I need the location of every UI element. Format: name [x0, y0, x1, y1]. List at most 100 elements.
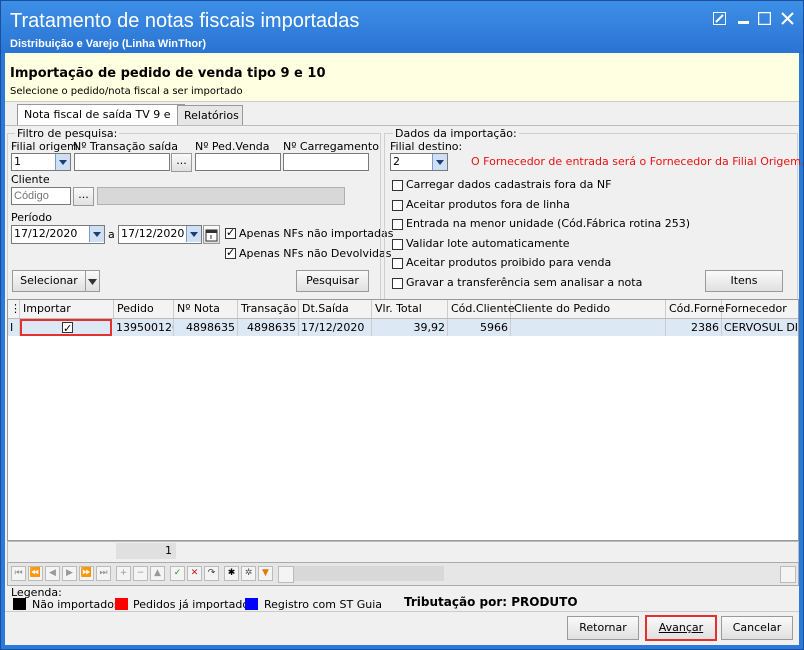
- carregamento-input[interactable]: [283, 153, 369, 171]
- filter-group-label: Filtro de pesquisa:: [15, 127, 120, 140]
- periodo-label: Período: [11, 211, 53, 224]
- date-from-input[interactable]: 17/12/2020: [11, 225, 105, 244]
- cliente-lookup-button[interactable]: ...: [73, 187, 94, 206]
- selecionar-button[interactable]: Selecionar: [12, 270, 86, 292]
- close-icon[interactable]: [780, 12, 794, 25]
- cliente-code-input[interactable]: [11, 187, 71, 205]
- col-fornecedor[interactable]: Fornecedor: [722, 300, 798, 318]
- retornar-button[interactable]: Retornar: [567, 616, 639, 640]
- restore-icon[interactable]: [712, 12, 726, 25]
- import-option-checkbox[interactable]: [392, 180, 403, 191]
- avancar-button[interactable]: Avançar: [645, 615, 717, 641]
- chevron-down-icon[interactable]: [55, 154, 70, 170]
- selecionar-dropdown-button[interactable]: [85, 270, 100, 292]
- tributacao-label: Tributação por: PRODUTO: [404, 595, 578, 609]
- client-area: Importação de pedido de venda tipo 9 e 1…: [5, 53, 804, 645]
- horizontal-scrollbar[interactable]: [294, 566, 444, 581]
- nao-devolvidas-checkbox[interactable]: [225, 246, 236, 259]
- cell-cod-forne: 2386: [666, 319, 722, 336]
- window-title: Tratamento de notas fiscais importadas: [10, 10, 360, 32]
- ped-venda-input[interactable]: [195, 153, 281, 171]
- col-nota[interactable]: Nº Nota: [174, 300, 238, 318]
- cell-pedido: 139500126: [116, 319, 174, 336]
- nao-importadas-label: Apenas NFs não importadas: [239, 227, 394, 240]
- scroll-left-icon[interactable]: [278, 566, 294, 583]
- bookmark-icon[interactable]: ✱: [224, 566, 239, 581]
- nao-devolvidas-label: Apenas NFs não Devolvidas: [239, 247, 392, 260]
- window-subtitle: Distribuição e Varejo (Linha WinThor): [10, 38, 207, 50]
- filial-origem-label: Filial origem: [11, 140, 78, 153]
- maximize-icon[interactable]: [757, 11, 771, 26]
- insert-icon[interactable]: +: [116, 566, 131, 581]
- import-option-checkbox[interactable]: [392, 238, 403, 250]
- minimize-icon[interactable]: [736, 12, 750, 25]
- import-option-checkbox[interactable]: [392, 199, 403, 211]
- calendar-icon[interactable]: [203, 225, 220, 244]
- import-option-label: Entrada na menor unidade (Cód.Fábrica ro…: [406, 217, 691, 230]
- transacao-lookup-button[interactable]: ...: [171, 153, 192, 172]
- cancel-edit-icon[interactable]: ✕: [187, 566, 202, 581]
- filial-origem-select[interactable]: 1: [11, 153, 71, 171]
- page-title: Importação de pedido de venda tipo 9 e 1…: [10, 66, 326, 81]
- col-transacao[interactable]: Transação: [238, 300, 299, 318]
- chevron-down-icon[interactable]: [89, 226, 104, 242]
- next-record-icon[interactable]: ▶: [62, 566, 77, 581]
- cell-dt-saida: 17/12/2020: [299, 319, 372, 336]
- pesquisar-button[interactable]: Pesquisar: [296, 270, 369, 292]
- title-bar[interactable]: Tratamento de notas fiscais importadas D…: [1, 1, 803, 53]
- import-option-label: Gravar a transferência sem analisar a no…: [406, 275, 643, 289]
- col-cliente-pedido[interactable]: Cliente do Pedido: [511, 300, 666, 318]
- first-page-icon[interactable]: ⏮: [11, 566, 26, 581]
- tab-nota-fiscal[interactable]: Nota fiscal de saída TV 9 e 10: [17, 104, 185, 140]
- col-dt-saida[interactable]: Dt.Saída: [299, 300, 372, 318]
- import-option-label: Validar lote automaticamente: [406, 236, 570, 250]
- prev-page-icon[interactable]: ⏪: [28, 566, 43, 581]
- import-option-checkbox[interactable]: [392, 277, 403, 289]
- import-option-label: Aceitar produtos proibido para venda: [406, 256, 612, 269]
- chevron-down-icon[interactable]: [186, 226, 201, 242]
- last-page-icon[interactable]: ⏭: [96, 566, 111, 581]
- date-separator: a: [108, 228, 115, 241]
- cell-transacao: 4898635: [238, 319, 299, 336]
- nao-importadas-checkbox[interactable]: [225, 226, 236, 239]
- cancelar-button[interactable]: Cancelar: [721, 616, 793, 640]
- filter-icon[interactable]: ▼: [258, 566, 273, 581]
- col-importar[interactable]: Importar: [20, 300, 114, 318]
- filial-destino-value: 2: [393, 155, 400, 168]
- tab-relatorios[interactable]: Relatórios: [177, 105, 243, 125]
- cell-cliente-pedido: [511, 319, 666, 336]
- filial-destino-select[interactable]: 2: [390, 153, 448, 171]
- filial-origem-value: 1: [14, 155, 21, 168]
- chevron-down-icon[interactable]: [432, 154, 447, 170]
- importar-checkbox[interactable]: [62, 321, 73, 334]
- page-header: Importação de pedido de venda tipo 9 e 1…: [5, 53, 799, 102]
- transacao-input[interactable]: [74, 153, 170, 171]
- main-window: Tratamento de notas fiscais importadas D…: [0, 0, 804, 650]
- grid-count: 1: [116, 543, 176, 559]
- import-option-checkbox[interactable]: [392, 258, 403, 269]
- col-cod-cliente[interactable]: Cód.Cliente: [448, 300, 515, 318]
- col-pedido[interactable]: Pedido: [114, 300, 174, 318]
- goto-bookmark-icon[interactable]: ✲: [241, 566, 256, 581]
- refresh-icon[interactable]: ↷: [204, 566, 219, 581]
- legend-label-ja-importados: Pedidos já importados: [133, 598, 255, 611]
- edit-icon[interactable]: ▲: [150, 566, 165, 581]
- col-vlr-total[interactable]: Vlr. Total: [372, 300, 448, 318]
- row-indicator: I: [8, 319, 20, 336]
- itens-button[interactable]: Itens: [705, 270, 783, 292]
- post-icon[interactable]: ✓: [170, 566, 185, 581]
- col-cod-forne[interactable]: Cód.Forne: [666, 300, 725, 318]
- orders-grid: ⋮ Importar Pedido Nº Nota Transação Dt.S…: [7, 299, 799, 541]
- grid-menu-icon[interactable]: ⋮: [8, 300, 21, 318]
- next-page-icon[interactable]: ⏩: [79, 566, 94, 581]
- prev-record-icon[interactable]: ◀: [45, 566, 60, 581]
- import-option-checkbox[interactable]: [392, 219, 403, 230]
- footer-divider: [5, 611, 799, 612]
- scroll-right-icon[interactable]: [780, 566, 796, 583]
- cell-vlr-total: 39,92: [372, 319, 448, 336]
- delete-icon[interactable]: −: [133, 566, 148, 581]
- importar-cell[interactable]: [20, 319, 112, 336]
- table-row[interactable]: I 139500126 4898635 4898635 17/12/2020 3…: [8, 319, 798, 336]
- legend-label-st-guia: Registro com ST Guia: [264, 598, 382, 611]
- date-to-input[interactable]: 17/12/2020: [118, 225, 202, 244]
